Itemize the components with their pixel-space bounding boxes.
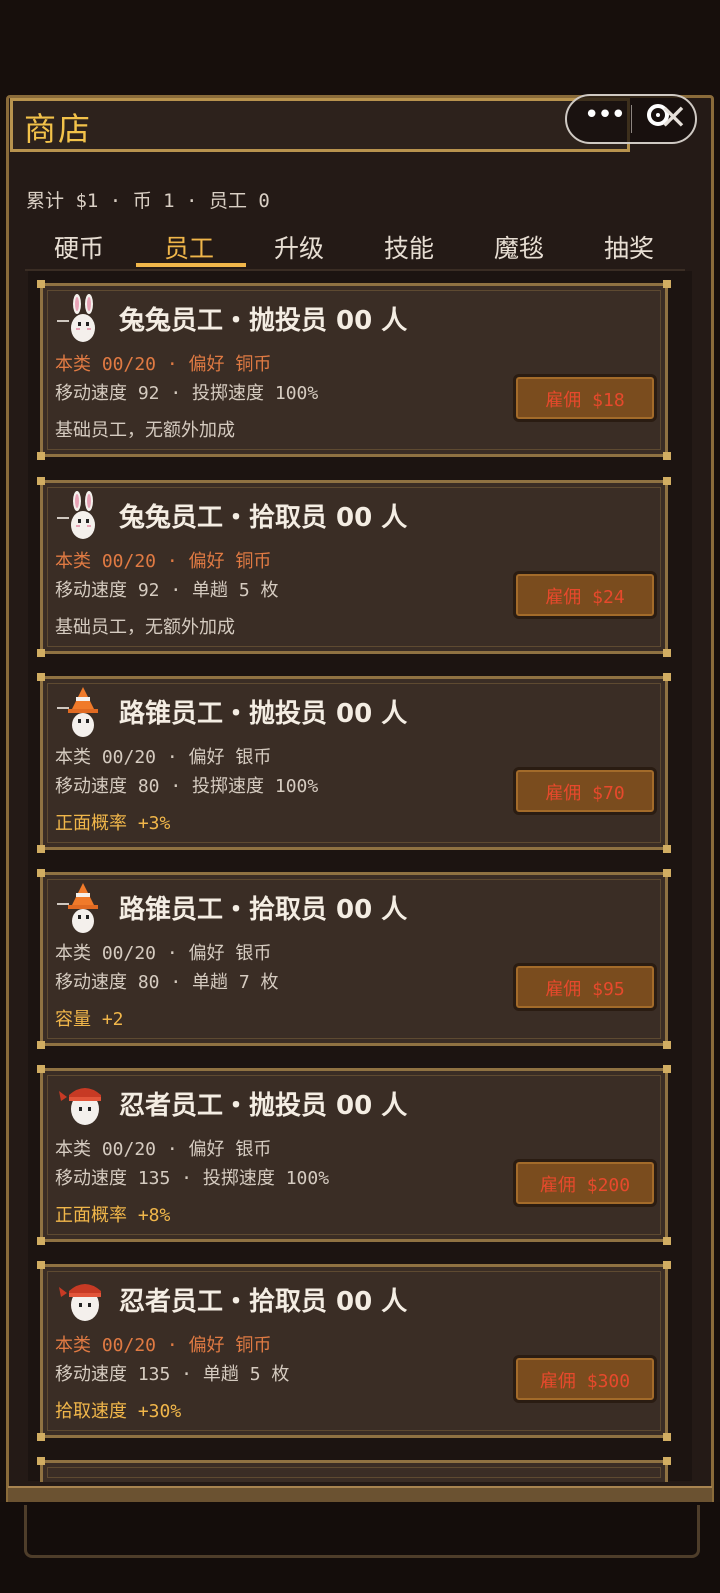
card-category: 本类 00/20 · 偏好 银币 <box>55 1139 272 1160</box>
hire-button[interactable]: 雇佣 $200 <box>513 1159 657 1207</box>
ninja-icon <box>59 1088 101 1125</box>
frame-corner <box>37 452 45 460</box>
tab-skills[interactable]: 技能 <box>355 229 463 265</box>
frame-corner <box>663 649 671 657</box>
card-category: 本类 00/20 · 偏好 铜币 <box>55 1335 272 1356</box>
tab-upgrade[interactable]: 升级 <box>245 229 353 265</box>
frame-corner <box>37 1237 45 1245</box>
frame-corner <box>37 673 45 681</box>
list-item-partial <box>37 1457 671 1482</box>
card-title: 兔兔员工・抛投员 00 人 <box>119 306 408 336</box>
frame-corner <box>37 1041 45 1049</box>
card-title: 忍者员工・抛投员 00 人 <box>119 1091 408 1121</box>
card-stats: 移动速度 135 · 单趟 5 枚 <box>55 1364 290 1385</box>
card-stats: 移动速度 135 · 投掷速度 100% <box>55 1168 330 1189</box>
hire-button[interactable]: 雇佣 $300 <box>513 1355 657 1403</box>
page-title: 商店 <box>24 110 93 148</box>
frame-corner <box>663 1041 671 1049</box>
active-tab-indicator <box>136 263 246 267</box>
card-category: 本类 00/20 · 偏好 铜币 <box>55 354 272 375</box>
card-category: 本类 00/20 · 偏好 银币 <box>55 943 272 964</box>
card-stats: 移动速度 92 · 单趟 5 枚 <box>55 580 279 601</box>
rabbit-icon <box>57 491 95 539</box>
tab-coins[interactable]: 硬币 <box>25 229 133 265</box>
list-item: 忍者员工・拾取员 00 人 本类 00/20 · 偏好 铜币 移动速度 135 … <box>37 1261 671 1441</box>
stat-sep: · <box>186 190 198 212</box>
tab-lottery[interactable]: 抽奖 <box>575 229 683 265</box>
stat-coins: 币 1 <box>132 190 175 212</box>
card-category: 本类 00/20 · 偏好 银币 <box>55 747 272 768</box>
more-button[interactable]: ••• <box>579 100 629 130</box>
frame-corner <box>37 1457 45 1465</box>
card-bonus: 正面概率 +3% <box>55 813 171 834</box>
close-x-icon: ✕ <box>659 98 688 138</box>
frame-corner <box>37 845 45 853</box>
hire-button[interactable]: 雇佣 $18 <box>513 374 657 422</box>
frame-corner <box>663 477 671 485</box>
frame-corner <box>663 869 671 877</box>
traffic-cone-icon <box>57 883 98 933</box>
card-bonus: 基础员工，无额外加成 <box>55 617 235 638</box>
card-title: 路锥员工・抛投员 00 人 <box>119 699 408 729</box>
title-bar <box>10 98 630 152</box>
frame-corner <box>663 673 671 681</box>
frame-corner <box>663 1433 671 1441</box>
list-item: 兔兔员工・抛投员 00 人 本类 00/20 · 偏好 铜币 移动速度 92 ·… <box>37 280 671 460</box>
hire-button[interactable]: 雇佣 $70 <box>513 767 657 815</box>
frame-corner <box>37 1065 45 1073</box>
card-title: 兔兔员工・拾取员 00 人 <box>119 503 408 533</box>
frame-corner <box>663 1065 671 1073</box>
rabbit-icon <box>57 294 95 342</box>
frame-corner <box>663 280 671 288</box>
frame-corner <box>37 649 45 657</box>
status-area <box>0 0 720 95</box>
hire-button[interactable]: 雇佣 $24 <box>513 571 657 619</box>
hire-button[interactable]: 雇佣 $95 <box>513 963 657 1011</box>
card-stats: 移动速度 80 · 投掷速度 100% <box>55 776 319 797</box>
frame-corner <box>37 1433 45 1441</box>
ninja-icon <box>59 1284 101 1321</box>
tab-bar: 硬币 员工 升级 技能 魔毯 抽奖 <box>25 225 685 271</box>
card-bonus: 拾取速度 +30% <box>55 1401 182 1422</box>
frame-corner <box>37 1261 45 1269</box>
card-stats: 移动速度 80 · 单趟 7 枚 <box>55 972 279 993</box>
card-bonus: 正面概率 +8% <box>55 1205 171 1226</box>
traffic-cone-icon <box>57 687 98 737</box>
card-bonus: 容量 +2 <box>55 1009 124 1030</box>
tab-staff[interactable]: 员工 <box>135 229 243 265</box>
card-title: 路锥员工・拾取员 00 人 <box>119 895 408 925</box>
frame-corner <box>37 477 45 485</box>
mini-program-capsule: ••• ✕ <box>565 94 697 144</box>
stat-sep: · <box>109 190 122 212</box>
frame-corner <box>37 869 45 877</box>
stats-bar: 累计 $1 · 币 1 · 员工 0 <box>26 186 270 213</box>
frame-corner <box>663 1237 671 1245</box>
card-title: 忍者员工・拾取员 00 人 <box>119 1287 408 1317</box>
tab-carpet[interactable]: 魔毯 <box>465 229 573 265</box>
list-item: 兔兔员工・拾取员 00 人 本类 00/20 · 偏好 铜币 移动速度 92 ·… <box>37 477 671 657</box>
list-item: 路锥员工・拾取员 00 人 本类 00/20 · 偏好 银币 移动速度 80 ·… <box>37 869 671 1049</box>
frame-corner <box>37 280 45 288</box>
list-item: 路锥员工・抛投员 00 人 本类 00/20 · 偏好 银币 移动速度 80 ·… <box>37 673 671 853</box>
card-category: 本类 00/20 · 偏好 铜币 <box>55 551 272 572</box>
stat-staff: 员工 0 <box>208 190 270 212</box>
capsule-divider <box>631 105 632 133</box>
close-button[interactable]: ✕ <box>645 98 688 138</box>
list-item: 忍者员工・抛投员 00 人 本类 00/20 · 偏好 银币 移动速度 135 … <box>37 1065 671 1245</box>
card-stats: 移动速度 92 · 投掷速度 100% <box>55 383 319 404</box>
background-hud-frame <box>24 1505 700 1558</box>
card-bonus: 基础员工，无额外加成 <box>55 420 235 441</box>
frame-corner <box>663 1261 671 1269</box>
frame-corner <box>663 845 671 853</box>
frame-corner <box>663 452 671 460</box>
frame-corner <box>663 1457 671 1465</box>
stat-total: 累计 $1 <box>26 190 99 212</box>
